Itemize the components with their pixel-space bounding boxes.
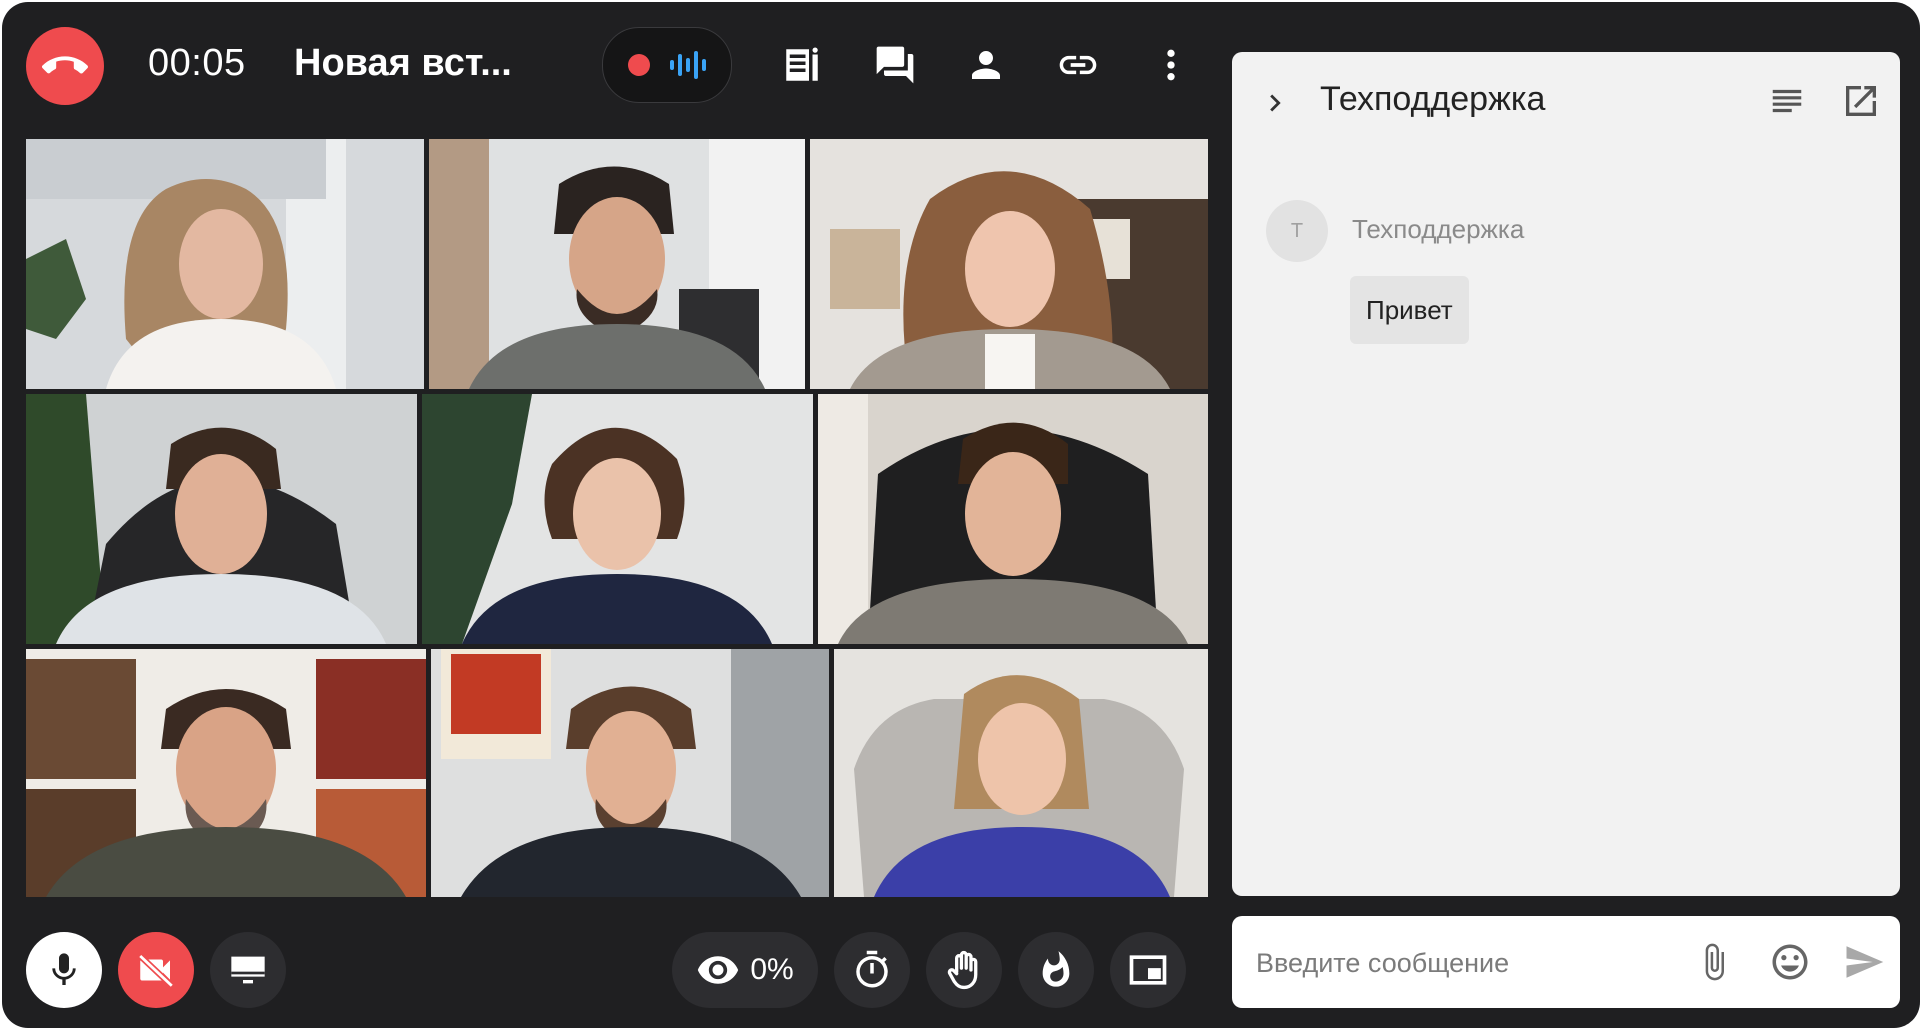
avatar: Т	[1266, 200, 1328, 262]
open-chat-external-button[interactable]	[1836, 76, 1886, 126]
attach-icon	[1705, 943, 1724, 981]
message-input[interactable]	[1254, 938, 1678, 988]
open-external-icon	[1846, 86, 1876, 116]
participant-video	[26, 649, 426, 897]
raise-hand-button[interactable]	[926, 932, 1002, 1008]
viewers-percent: 0%	[750, 953, 794, 986]
participant-video	[26, 394, 417, 644]
chat-list-button[interactable]	[1762, 76, 1812, 126]
chat-panel: Техподдержка Т Техподдержка Привет	[1232, 52, 1900, 896]
camera-off-icon	[138, 953, 174, 988]
participant-video-tile[interactable]	[26, 649, 426, 897]
send-icon	[1846, 946, 1884, 978]
chat-icon	[876, 46, 914, 84]
timer-icon	[856, 950, 888, 988]
phone-hangup-icon	[42, 56, 88, 74]
screen-share-button[interactable]	[210, 932, 286, 1008]
picture-in-picture-button[interactable]	[1110, 932, 1186, 1008]
eye-icon	[698, 956, 739, 984]
reaction-button[interactable]	[1018, 932, 1094, 1008]
recording-status-button[interactable]	[602, 27, 732, 103]
participant-video	[810, 139, 1208, 389]
hangup-button[interactable]	[26, 27, 104, 105]
more-options-button[interactable]	[1144, 38, 1198, 92]
fire-reaction-icon	[1042, 951, 1070, 987]
notes-icon	[786, 47, 818, 81]
participant-video	[422, 394, 813, 644]
participant-video-tile[interactable]	[431, 649, 829, 897]
copy-link-button[interactable]	[1051, 38, 1105, 92]
chevron-right-icon	[1270, 94, 1281, 112]
camera-toggle-button[interactable]	[118, 932, 194, 1008]
microphone-icon	[52, 953, 76, 985]
participant-video-tile[interactable]	[818, 394, 1208, 644]
raise-hand-icon	[947, 950, 978, 990]
list-icon	[1772, 89, 1802, 113]
more-vertical-icon	[1167, 49, 1175, 81]
send-button[interactable]	[1838, 936, 1890, 988]
participant-video	[26, 139, 424, 389]
collapse-chat-button[interactable]	[1250, 78, 1300, 128]
participants-button[interactable]	[959, 38, 1013, 92]
meeting-title: Новая вст...	[294, 42, 512, 84]
chat-input-bar	[1232, 916, 1900, 1008]
participant-video	[429, 139, 805, 389]
participant-video-tile[interactable]	[26, 139, 424, 389]
link-icon	[1059, 55, 1097, 75]
chat-button[interactable]	[868, 38, 922, 92]
audio-wave-icon	[670, 51, 706, 79]
picture-in-picture-icon	[1129, 955, 1167, 985]
call-timer: 00:05	[148, 42, 246, 84]
timer-button[interactable]	[834, 932, 910, 1008]
participant-video-tile[interactable]	[810, 139, 1208, 389]
microphone-button[interactable]	[26, 932, 102, 1008]
notes-button[interactable]	[775, 38, 829, 92]
emoji-icon	[1772, 944, 1808, 980]
participant-video	[431, 649, 829, 897]
chat-title: Техподдержка	[1320, 80, 1546, 118]
attach-file-button[interactable]	[1688, 936, 1740, 988]
participant-video-tile[interactable]	[422, 394, 813, 644]
record-dot-icon	[628, 54, 650, 76]
message-bubble: Привет	[1350, 276, 1469, 344]
screen-share-icon	[231, 956, 265, 984]
viewers-indicator-button[interactable]: 0%	[672, 932, 818, 1008]
emoji-button[interactable]	[1764, 936, 1816, 988]
participant-video	[834, 649, 1208, 897]
participant-video	[818, 394, 1208, 644]
participant-video-tile[interactable]	[834, 649, 1208, 897]
participant-video-tile[interactable]	[26, 394, 417, 644]
video-call-window: 00:05 Новая вст... 0% Техподдержка Т Тех…	[2, 2, 1920, 1028]
message-author: Техподдержка	[1352, 214, 1525, 244]
participant-video-tile[interactable]	[429, 139, 805, 389]
participants-icon	[972, 51, 1000, 79]
